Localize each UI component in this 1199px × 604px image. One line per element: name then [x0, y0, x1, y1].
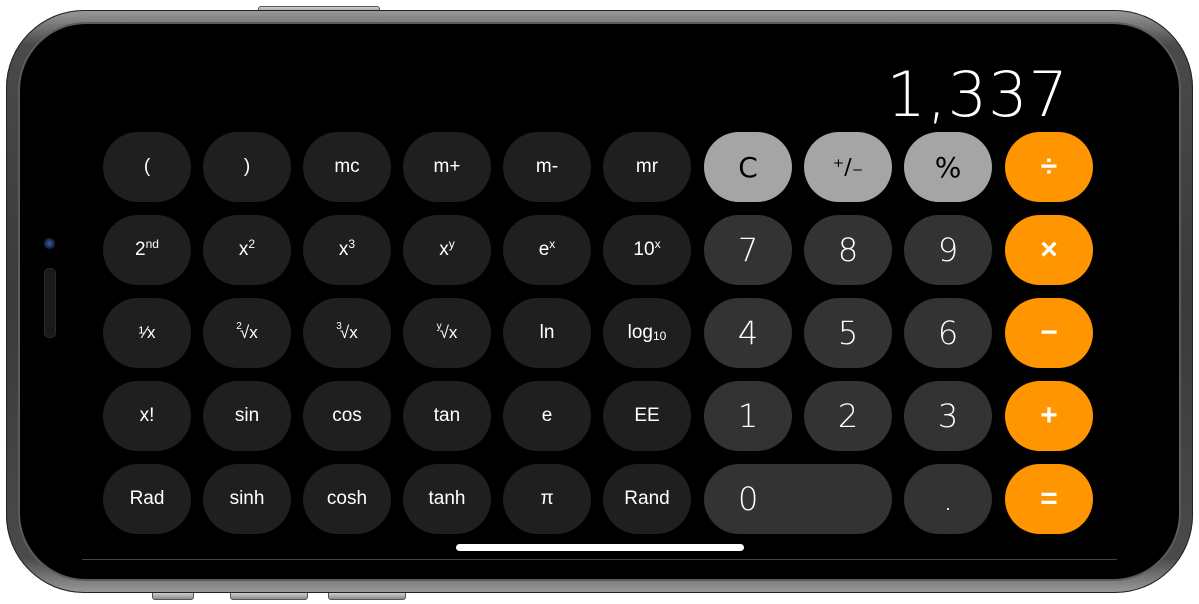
second-label-base: 2 — [135, 239, 146, 260]
mute-switch — [152, 592, 194, 600]
screen-edge — [82, 559, 1117, 560]
volume-up-button — [230, 592, 308, 600]
log10-button[interactable]: log 10 — [603, 298, 691, 368]
ten-pow-x-base: 10 — [633, 239, 655, 260]
multiply-button[interactable]: × — [1005, 215, 1093, 285]
minus-button[interactable]: − — [1005, 298, 1093, 368]
x-cubed-button[interactable]: x3 — [303, 215, 391, 285]
digit-6-button[interactable]: 6 — [904, 298, 992, 368]
x-squared-base: x — [238, 239, 249, 260]
close-paren-button[interactable]: ) — [203, 132, 291, 202]
x-cubed-base: x — [338, 239, 349, 260]
x-cubed-sup: 3 — [348, 237, 356, 251]
x-squared-sup: 2 — [248, 237, 256, 251]
cbrt-base: √x — [339, 323, 358, 342]
e-pow-x-sup: x — [549, 237, 556, 251]
digit-5-button[interactable]: 5 — [804, 298, 892, 368]
sqrt-base: √x — [239, 323, 258, 342]
cosh-button[interactable]: cosh — [303, 464, 391, 534]
digit-8-button[interactable]: 8 — [804, 215, 892, 285]
digit-0-button[interactable]: 0 — [704, 464, 892, 534]
sinh-button[interactable]: sinh — [203, 464, 291, 534]
ten-pow-x-button[interactable]: 10 x — [603, 215, 691, 285]
decimal-button[interactable]: . — [904, 464, 992, 534]
log10-base: log — [627, 322, 653, 343]
y-root-button[interactable]: y √x — [403, 298, 491, 368]
plus-button[interactable]: + — [1005, 381, 1093, 451]
square-root-button[interactable]: 2 √x — [203, 298, 291, 368]
digit-3-button[interactable]: 3 — [904, 381, 992, 451]
sin-button[interactable]: sin — [203, 381, 291, 451]
yroot-base: √x — [439, 323, 458, 342]
memory-recall-button[interactable]: mr — [603, 132, 691, 202]
factorial-button[interactable]: x! — [103, 381, 191, 451]
e-pow-x-button[interactable]: ex — [503, 215, 591, 285]
clear-button[interactable]: C — [704, 132, 792, 202]
second-label-sup: nd — [145, 237, 159, 251]
cube-root-button[interactable]: 3 √x — [303, 298, 391, 368]
tanh-button[interactable]: tanh — [403, 464, 491, 534]
euler-button[interactable]: e — [503, 381, 591, 451]
volume-down-button — [328, 592, 406, 600]
random-button[interactable]: Rand — [603, 464, 691, 534]
memory-clear-button[interactable]: mc — [303, 132, 391, 202]
calculator-display: 1,337 — [886, 58, 1069, 131]
digit-1-button[interactable]: 1 — [704, 381, 792, 451]
home-indicator[interactable] — [456, 544, 744, 551]
e-pow-x-base: e — [538, 239, 550, 260]
digit-4-button[interactable]: 4 — [704, 298, 792, 368]
memory-subtract-button[interactable]: m- — [503, 132, 591, 202]
x-pow-y-sup: y — [448, 237, 455, 251]
cos-button[interactable]: cos — [303, 381, 391, 451]
memory-add-button[interactable]: m+ — [403, 132, 491, 202]
x-pow-y-base: x — [439, 239, 449, 260]
cbrt-index: 3 — [336, 320, 342, 332]
open-paren-button[interactable]: ( — [103, 132, 191, 202]
divide-button[interactable]: ÷ — [1005, 132, 1093, 202]
x-pow-y-button[interactable]: xy — [403, 215, 491, 285]
second-function-button[interactable]: 2nd — [103, 215, 191, 285]
ten-pow-x-sup: x — [654, 237, 661, 251]
rad-button[interactable]: Rad — [103, 464, 191, 534]
reciprocal-button[interactable]: ¹∕x — [103, 298, 191, 368]
x-squared-button[interactable]: x2 — [203, 215, 291, 285]
tan-button[interactable]: tan — [403, 381, 491, 451]
digit-9-button[interactable]: 9 — [904, 215, 992, 285]
exponent-ee-button[interactable]: EE — [603, 381, 691, 451]
plus-minus-button[interactable]: ⁺∕₋ — [804, 132, 892, 202]
sqrt-index: 2 — [236, 320, 242, 332]
percent-button[interactable]: % — [904, 132, 992, 202]
yroot-index: y — [436, 320, 442, 332]
digit-7-button[interactable]: 7 — [704, 215, 792, 285]
pi-button[interactable]: π — [503, 464, 591, 534]
natural-log-button[interactable]: ln — [503, 298, 591, 368]
earpiece-speaker — [44, 268, 56, 338]
log10-sub: 10 — [653, 329, 667, 343]
front-camera-icon — [44, 238, 55, 249]
equals-button[interactable]: = — [1005, 464, 1093, 534]
digit-2-button[interactable]: 2 — [804, 381, 892, 451]
